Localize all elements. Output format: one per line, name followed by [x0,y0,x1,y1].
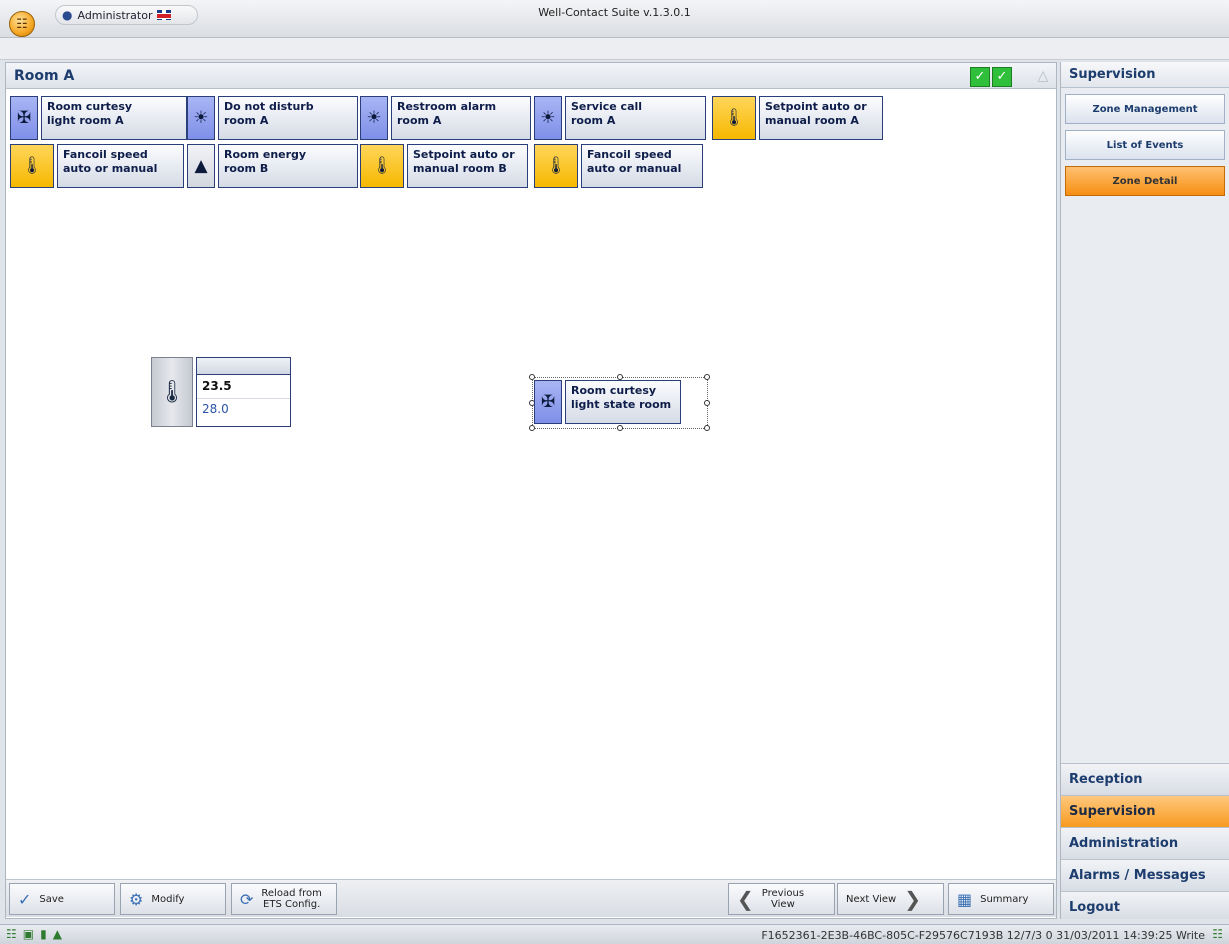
bus-status-icon: ▮ [40,927,47,941]
bottom-toolbar: ✓ Save ⚙ Modify ⟳ Reload from ETS Config… [6,879,1056,917]
nav-administration[interactable]: Administration [1061,827,1229,859]
tile-label: Room energy room B [218,144,358,188]
save-check-icon: ✓ [18,889,32,909]
tile-setpoint-room-b[interactable]: 🌡 Setpoint auto or manual room B [360,144,528,188]
tile-label: Room curtesy light state room [565,380,681,424]
sync-status-icon: ▲ [52,927,62,941]
thermometer-hand-icon: 🌡 [712,96,756,140]
tile-label: Setpoint auto or manual room A [759,96,883,140]
temperature-box-header [197,358,290,375]
gear-icon: ⚙ [129,889,144,909]
main-panel: Room A ✓ ✓ △ ✠ Room curtesy light room A… [5,62,1057,919]
nav-reception[interactable]: Reception [1061,763,1229,795]
resize-handle[interactable] [529,425,535,431]
status-text: F1652361-2E3B-46BC-805C-F29576C7193B 12/… [761,929,1205,942]
zone-detail-button[interactable]: Zone Detail [1065,166,1225,196]
tile-fancoil-speed-1[interactable]: 🌡 Fancoil speed auto or manual [10,144,184,188]
connection-ok-icon: ✓ [970,67,990,87]
tile-service-call[interactable]: ☀ Service call room A [534,96,706,140]
zone-management-button[interactable]: Zone Management [1065,94,1225,124]
reload-icon: ⟳ [240,889,254,909]
warning-icon: △ [1037,68,1049,84]
sync-ok-icon: ✓ [992,67,1012,87]
room-title: Room A [14,68,75,84]
ribbon-strip [0,38,1229,60]
nav-alarms-messages[interactable]: Alarms / Messages [1061,859,1229,891]
network-status-icon: ☷ [6,927,17,941]
thermometer-hand-icon: 🌡 [360,144,404,188]
light-sensor-icon: ✠ [10,96,38,140]
save-button[interactable]: ✓ Save [9,883,115,915]
save-label: Save [39,893,64,905]
previous-label: Previous View [761,888,805,910]
temperature-widget[interactable]: 🌡 23.5 28.0 [151,357,291,427]
tile-room-curtesy-light-state[interactable]: ✠ Room curtesy light state room [534,380,681,424]
database-status-icon: ▣ [22,927,35,941]
summary-button[interactable]: ▦ Summary [948,883,1054,915]
tile-label: Do not disturb room A [218,96,358,140]
tile-fancoil-speed-2[interactable]: 🌡 Fancoil speed auto or manual [534,144,703,188]
tile-setpoint-room-a[interactable]: 🌡 Setpoint auto or manual room A [712,96,883,140]
resize-handle[interactable] [617,425,623,431]
lamp-bulb-icon: ☀ [360,96,388,140]
reload-ets-button[interactable]: ⟳ Reload from ETS Config. [231,883,337,915]
thermometer-hand-icon: 🌡 [10,144,54,188]
side-panel-header: Supervision [1061,62,1229,88]
tile-room-energy[interactable]: ▲ Room energy room B [187,144,358,188]
next-label: Next View [846,893,897,905]
resize-handle[interactable] [704,374,710,380]
thermometer-hand-icon: 🌡 [534,144,578,188]
lamp-bulb-icon: ☀ [187,96,215,140]
summary-grid-icon: ▦ [957,889,973,909]
resize-handle[interactable] [704,400,710,406]
log-icon: ☷ [1212,927,1223,941]
tile-restroom-alarm[interactable]: ☀ Restroom alarm room A [360,96,531,140]
title-bar: ☷ ● Administrator Well-Contact Suite v.1… [0,0,1229,38]
chevron-left-icon: ❮ [737,887,754,911]
tile-label: Service call room A [565,96,706,140]
modify-button[interactable]: ⚙ Modify [120,883,226,915]
previous-view-button[interactable]: ❮ Previous View [728,883,835,915]
chevron-right-icon: ❯ [904,887,921,911]
summary-label: Summary [980,893,1029,905]
tile-label: Restroom alarm room A [391,96,531,140]
reload-label: Reload from ETS Config. [261,888,322,910]
nav-supervision[interactable]: Supervision [1061,795,1229,827]
temperature-box: 23.5 28.0 [196,357,291,427]
lamp-icon: ▲ [187,144,215,188]
room-header: Room A ✓ ✓ △ [6,63,1056,89]
temperature-value: 23.5 [202,379,232,393]
tile-room-curtesy-light[interactable]: ✠ Room curtesy light room A [10,96,187,140]
window-title: Well-Contact Suite v.1.3.0.1 [538,6,691,19]
tile-label: Fancoil speed auto or manual [581,144,703,188]
side-panel: Supervision Zone Management List of Even… [1060,62,1229,919]
thermometer-icon: 🌡 [151,357,193,427]
resize-handle[interactable] [704,425,710,431]
status-bar: ☷ ▣ ▮ ▲ F1652361-2E3B-46BC-805C-F29576C7… [0,924,1229,944]
nav-logout[interactable]: Logout [1061,891,1229,919]
list-of-events-button[interactable]: List of Events [1065,130,1225,160]
modify-label: Modify [151,893,185,905]
status-icons: ☷ ▣ ▮ ▲ [6,927,62,941]
tile-do-not-disturb[interactable]: ☀ Do not disturb room A [187,96,358,140]
tile-label: Room curtesy light room A [41,96,187,140]
temperature-setpoint: 28.0 [197,398,290,416]
lamp-bulb-icon: ☀ [534,96,562,140]
tile-label: Fancoil speed auto or manual [57,144,184,188]
next-view-button[interactable]: Next View ❯ [837,883,944,915]
light-sensor-icon: ✠ [534,380,562,424]
tile-label: Setpoint auto or manual room B [407,144,528,188]
